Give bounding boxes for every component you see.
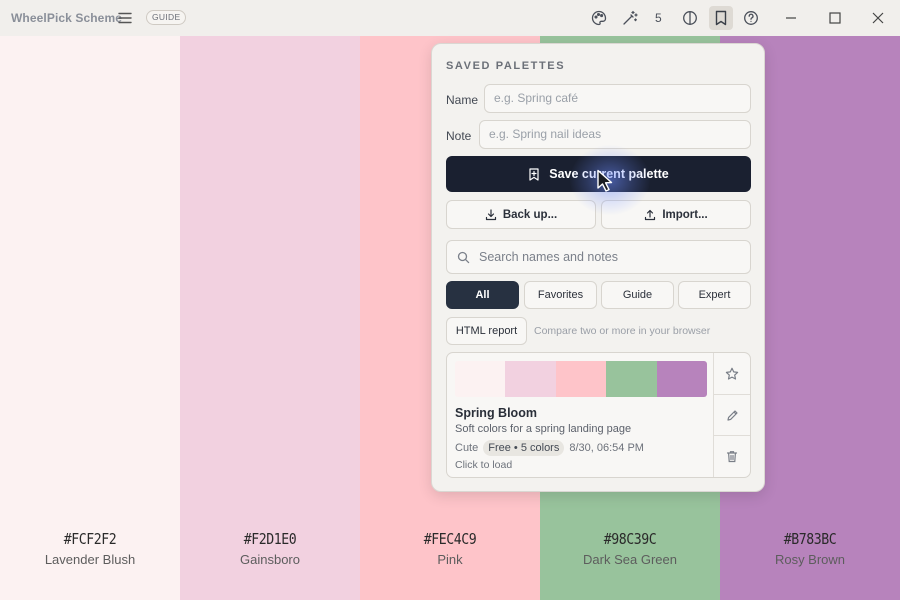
swatch-hex[interactable]: #FCF2F2 [11, 530, 169, 548]
favorite-star-icon[interactable] [714, 353, 750, 394]
help-icon[interactable] [739, 6, 763, 30]
bookmark-plus-icon [529, 167, 539, 181]
load-hint: Click to load [455, 459, 513, 471]
palette-tag: Cute [455, 442, 479, 454]
preview-color-3 [555, 361, 607, 397]
swatch-hex[interactable]: #B783BC [731, 530, 889, 548]
palette-preview-strip [455, 361, 707, 397]
swatch-color-name: Pink [437, 552, 463, 567]
preview-color-1 [455, 361, 506, 397]
palette-icon[interactable] [587, 6, 611, 30]
guide-badge[interactable]: GUIDE [146, 10, 187, 25]
saved-palette-card[interactable]: Spring Bloom Soft colors for a spring la… [446, 352, 751, 478]
close-icon[interactable] [866, 6, 890, 30]
filter-guide[interactable]: Guide [601, 281, 674, 309]
swatch-hex[interactable]: #F2D1E0 [191, 530, 349, 548]
name-input[interactable]: e.g. Spring café [484, 84, 751, 113]
html-report-button[interactable]: HTML report [446, 317, 527, 345]
palette-meta: Cute Free • 5 colors 8/30, 06:54 PM [455, 440, 644, 456]
save-button-label: Save current palette [549, 167, 669, 181]
swatch-color-name: Dark Sea Green [583, 552, 677, 567]
name-label: Name [446, 93, 479, 107]
swatch-color-name: Gainsboro [240, 552, 300, 567]
title-bar: WheelPick Scheme GUIDE 5 [0, 0, 900, 36]
filter-expert[interactable]: Expert [678, 281, 751, 309]
note-input[interactable]: e.g. Spring nail ideas [479, 120, 751, 149]
save-palette-button[interactable]: Save current palette [446, 156, 751, 192]
swatch-2[interactable]: #F2D1E0 Gainsboro [180, 36, 360, 600]
import-label: Import... [662, 208, 708, 221]
preview-color-5 [656, 361, 707, 397]
upload-icon [645, 209, 656, 220]
maximize-icon[interactable] [823, 6, 847, 30]
contrast-icon[interactable] [678, 6, 702, 30]
magic-wand-icon[interactable] [618, 6, 642, 30]
search-icon [457, 251, 470, 263]
swatch-1[interactable]: #FCF2F2 Lavender Blush [0, 36, 180, 600]
bookmark-icon[interactable] [709, 6, 733, 30]
hamburger-menu-icon[interactable] [115, 8, 135, 28]
report-hint: Compare two or more in your browser [534, 325, 711, 337]
filter-favorites[interactable]: Favorites [524, 281, 597, 309]
edit-pencil-icon[interactable] [714, 394, 750, 435]
backup-label: Back up... [502, 208, 558, 221]
palette-name: Spring Bloom [455, 406, 537, 420]
swatch-hex[interactable]: #98C39C [551, 530, 709, 548]
minimize-icon[interactable] [779, 6, 803, 30]
preview-color-2 [505, 361, 556, 397]
palette-description: Soft colors for a spring landing page [455, 423, 632, 435]
filter-all[interactable]: All [446, 281, 519, 309]
card-actions [713, 353, 750, 477]
palette-date: 8/30, 06:54 PM [569, 442, 644, 454]
saved-palettes-panel: SAVED PALETTES Name e.g. Spring café Not… [431, 43, 765, 492]
palette-pill: Free • 5 colors [483, 440, 565, 456]
note-label: Note [446, 129, 472, 143]
import-button[interactable]: Import... [601, 200, 751, 229]
trash-icon[interactable] [714, 435, 750, 476]
search-input[interactable]: Search names and notes [446, 240, 751, 274]
backup-button[interactable]: Back up... [446, 200, 596, 229]
download-icon [485, 208, 496, 220]
swatch-hex[interactable]: #FEC4C9 [371, 530, 529, 548]
saved-count: 5 [655, 11, 662, 25]
search-placeholder: Search names and notes [479, 250, 618, 264]
swatch-color-name: Lavender Blush [44, 552, 136, 567]
panel-title: SAVED PALETTES [446, 60, 566, 72]
preview-color-4 [606, 361, 657, 397]
swatch-color-name: Rosy Brown [774, 552, 846, 567]
app-title: WheelPick Scheme [11, 11, 122, 25]
